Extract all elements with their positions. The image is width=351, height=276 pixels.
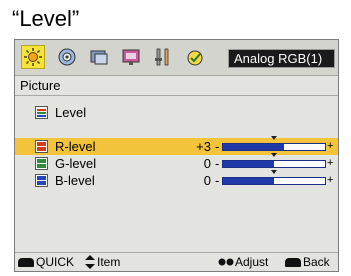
r-level-slider-fill bbox=[223, 144, 284, 150]
g-level-center-tick bbox=[271, 153, 277, 157]
g-level-slider[interactable] bbox=[222, 153, 326, 168]
b-level-row[interactable]: B-level 0 - + bbox=[15, 170, 338, 189]
g-level-label: G-level bbox=[55, 156, 97, 171]
item-hint: Item bbox=[85, 253, 120, 271]
adjust-hint: Adjust bbox=[218, 253, 268, 271]
b-level-minus: - bbox=[215, 173, 220, 188]
g-level-value: 0 bbox=[203, 156, 211, 171]
item-label: Item bbox=[97, 255, 121, 269]
back-hint: Back bbox=[285, 253, 330, 271]
menu-key-icon bbox=[18, 257, 34, 267]
b-level-center-tick bbox=[271, 170, 277, 174]
section-title: Picture bbox=[15, 76, 338, 96]
level-heading: Level bbox=[55, 105, 87, 120]
r-level-row[interactable]: R-level +3 - + bbox=[15, 136, 338, 155]
b-level-value: 0 bbox=[203, 173, 211, 188]
audio-icon[interactable] bbox=[55, 45, 79, 69]
blue-level-icon bbox=[35, 174, 48, 187]
r-level-minus: - bbox=[215, 139, 220, 154]
back-label: Back bbox=[303, 255, 330, 269]
b-level-plus: + bbox=[327, 174, 334, 186]
g-level-minus: - bbox=[215, 156, 220, 171]
setup-icon[interactable] bbox=[87, 45, 111, 69]
quick-hint: QUICK bbox=[18, 253, 74, 271]
osd-menu: Analog RGB(1) Picture Level R-level +3 -… bbox=[14, 39, 339, 272]
r-level-slider[interactable] bbox=[222, 136, 326, 151]
footer-bar: QUICK Item Adjust Back bbox=[15, 252, 338, 271]
r-level-value: +3 bbox=[196, 139, 211, 154]
b-level-slider-fill bbox=[223, 178, 274, 184]
r-level-label: R-level bbox=[55, 139, 96, 154]
g-level-slider-fill bbox=[223, 161, 274, 167]
red-level-icon bbox=[35, 140, 48, 153]
power-icon[interactable] bbox=[183, 45, 207, 69]
green-level-icon bbox=[35, 157, 48, 170]
r-level-center-tick bbox=[271, 136, 277, 140]
option-icon[interactable] bbox=[151, 45, 175, 69]
page-caption: “Level” bbox=[12, 6, 80, 31]
b-level-slider[interactable] bbox=[222, 170, 326, 185]
b-level-label: B-level bbox=[55, 173, 95, 188]
left-right-key-icon bbox=[218, 258, 234, 266]
r-level-plus: + bbox=[327, 140, 334, 152]
quick-label: QUICK bbox=[36, 255, 75, 269]
level-icon bbox=[35, 106, 48, 119]
input-source-label: Analog RGB(1) bbox=[228, 49, 335, 68]
g-level-row[interactable]: G-level 0 - + bbox=[15, 153, 338, 172]
picture-icon[interactable] bbox=[21, 45, 45, 69]
menu-tab-bar: Analog RGB(1) bbox=[15, 40, 338, 76]
adjust-label: Adjust bbox=[235, 255, 269, 269]
screen-icon[interactable] bbox=[119, 45, 143, 69]
up-down-key-icon bbox=[85, 255, 95, 269]
g-level-plus: + bbox=[327, 157, 334, 169]
level-heading-row: Level bbox=[15, 104, 338, 121]
exit-key-icon bbox=[285, 257, 301, 267]
